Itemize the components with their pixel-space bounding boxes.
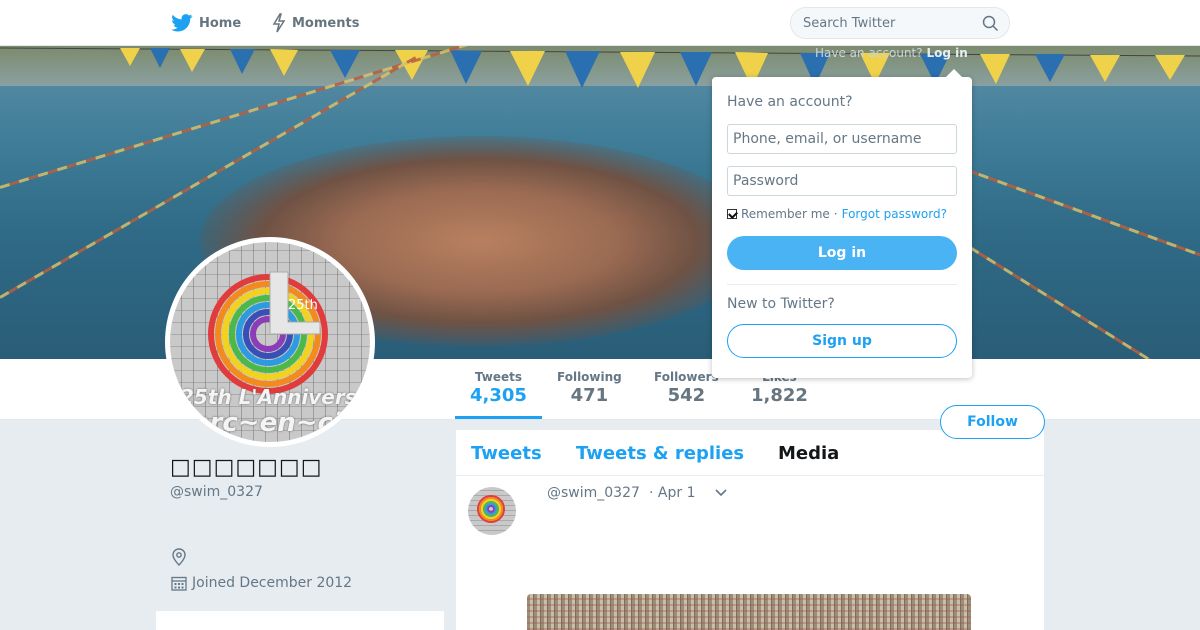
login-dropdown: Have an account? Phone, email, or userna… (712, 69, 972, 378)
banner-lane-rope (959, 166, 1200, 258)
remember-me-row: Remember me · Forgot password? (727, 207, 947, 221)
password-field[interactable]: Password (727, 166, 957, 196)
stat-following[interactable]: Following 471 (557, 370, 622, 406)
profile-avatar[interactable]: 25th 25th L'Anniversary LIVE arc~en~ciel (165, 237, 375, 447)
tweet-date[interactable]: · Apr 1 (649, 485, 695, 501)
remember-me-checkbox[interactable] (727, 209, 737, 219)
timeline-panel: Tweets Tweets & replies Media @swim_0327… (456, 430, 1044, 630)
tweet-author-handle[interactable]: @swim_0327 (547, 485, 640, 501)
remember-separator: · (833, 207, 838, 221)
banner-lane-rope (969, 246, 1192, 359)
follow-button[interactable]: Follow (940, 405, 1045, 439)
joined-date-label: Joined December 2012 (192, 575, 353, 591)
tweet-avatar[interactable] (468, 487, 516, 535)
login-dropdown-title: Have an account? (727, 94, 853, 110)
nav-moments[interactable]: Moments (272, 0, 359, 46)
stat-tweets-value: 4,305 (470, 385, 527, 406)
password-placeholder: Password (733, 173, 799, 189)
stat-active-underline (455, 416, 542, 419)
nav-home-label: Home (199, 15, 242, 31)
stat-tweets[interactable]: Tweets 4,305 (470, 370, 527, 406)
forgot-password-link[interactable]: Forgot password? (842, 207, 947, 221)
search-icon[interactable] (982, 15, 999, 32)
login-divider (727, 284, 957, 285)
login-hint-question: Have an account? (815, 46, 923, 60)
new-to-twitter-label: New to Twitter? (727, 296, 835, 312)
profile-display-name[interactable]: □□□□□□□ (170, 455, 323, 480)
stat-tweets-label: Tweets (474, 370, 523, 384)
username-field[interactable]: Phone, email, or username (727, 124, 957, 154)
profile-handle[interactable]: @swim_0327 (170, 484, 263, 500)
tab-tweets-and-replies[interactable]: Tweets & replies (576, 443, 744, 464)
username-placeholder: Phone, email, or username (733, 131, 922, 147)
search-input[interactable]: Search Twitter (790, 7, 1010, 39)
lightning-icon (272, 13, 286, 33)
remember-me-label[interactable]: Remember me (741, 207, 830, 221)
tab-tweets[interactable]: Tweets (471, 443, 542, 464)
chevron-down-icon[interactable] (714, 488, 728, 498)
search-placeholder: Search Twitter (803, 15, 896, 31)
nav-moments-label: Moments (292, 15, 360, 31)
location-icon (172, 548, 186, 566)
stat-following-value: 471 (570, 385, 609, 406)
stat-followers[interactable]: Followers 542 (654, 370, 719, 406)
nav-home[interactable]: Home (171, 0, 241, 46)
sidebar-card (156, 611, 444, 630)
avatar-badge-text: 25th (288, 298, 318, 313)
joined-date-row: Joined December 2012 (171, 575, 352, 591)
stat-following-label: Following (557, 370, 622, 384)
avatar-caption-1: 25th L'Anniversary LIVE (180, 385, 371, 409)
login-button[interactable]: Log in (727, 236, 957, 270)
top-navigation-bar: Home Moments Search Twitter (0, 0, 1200, 46)
login-hint-link[interactable]: Log in (926, 46, 967, 60)
avatar-caption-2: arc~en~ciel (192, 408, 369, 438)
tweet-media-image[interactable] (527, 594, 971, 630)
stat-followers-label: Followers (654, 370, 719, 384)
rainbow-rings-logo-small (477, 495, 505, 523)
banner-pennant-flags (0, 47, 1200, 88)
login-hint: Have an account? Log in (815, 46, 968, 60)
tab-media[interactable]: Media (778, 443, 839, 464)
signup-button[interactable]: Sign up (727, 324, 957, 358)
stat-likes-value: 1,822 (751, 385, 808, 406)
bird-icon (171, 14, 193, 32)
calendar-icon (171, 576, 187, 591)
stat-followers-value: 542 (667, 385, 706, 406)
